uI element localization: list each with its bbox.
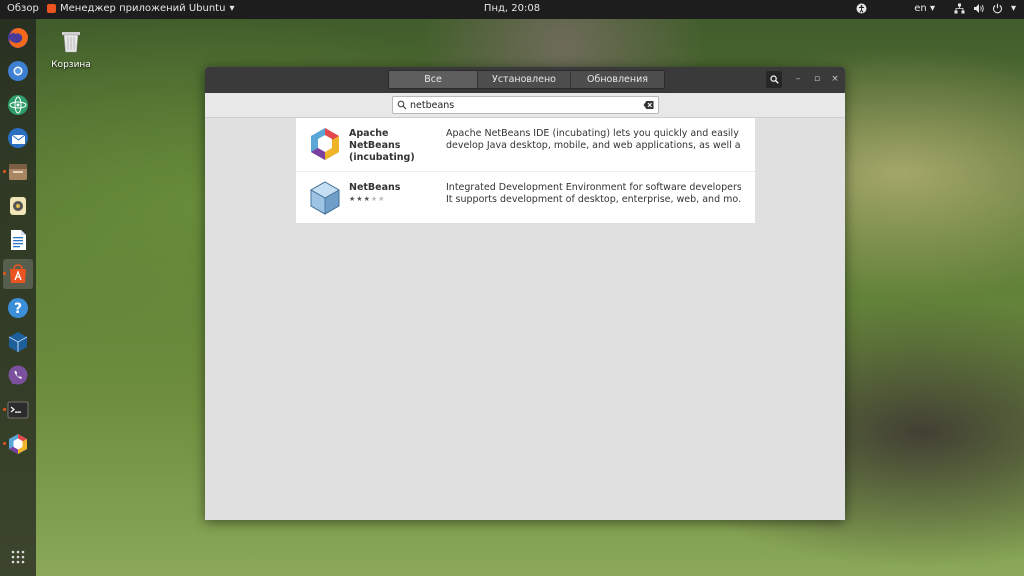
- app-description: Integrated Development Environment for s…: [446, 182, 741, 206]
- view-switcher: Все Установлено Обновления: [388, 70, 665, 89]
- chevron-down-icon: ▾: [929, 2, 935, 14]
- firefox-icon: [8, 28, 28, 48]
- language-label: en: [914, 2, 927, 14]
- app-description: Apache NetBeans IDE (incubating) lets yo…: [446, 128, 741, 152]
- viber-icon: [8, 365, 28, 385]
- terminal-icon: [7, 401, 29, 419]
- chevron-down-icon[interactable]: ▾: [1011, 3, 1016, 14]
- dock-firefox[interactable]: [3, 23, 33, 53]
- running-indicator: [3, 442, 6, 445]
- description-line: develop Java desktop, mobile, and web ap…: [446, 140, 741, 151]
- dock-files[interactable]: [3, 157, 33, 187]
- app-menu[interactable]: Менеджер приложений Ubuntu ▾: [47, 3, 234, 14]
- header-bar: Все Установлено Обновления – ▫ ×: [205, 67, 845, 93]
- desktop-trash[interactable]: Корзина: [50, 28, 92, 70]
- dock-virtualbox[interactable]: [3, 327, 33, 357]
- dock-rhythmbox[interactable]: [3, 191, 33, 221]
- trash-label: Корзина: [51, 60, 91, 70]
- dock-netbeans[interactable]: [3, 429, 33, 459]
- accessibility-icon[interactable]: [855, 2, 867, 14]
- tab-installed[interactable]: Установлено: [478, 71, 571, 88]
- dock-terminal[interactable]: [3, 395, 33, 425]
- app-name: NetBeans: [349, 182, 437, 194]
- apache-netbeans-icon: [311, 128, 339, 160]
- clock[interactable]: Пнд, 20:08: [484, 3, 540, 14]
- dock: ?: [0, 19, 36, 576]
- list-item[interactable]: Apache NetBeans (incubating) Apache NetB…: [296, 118, 755, 172]
- thunderbird-icon: [8, 128, 28, 148]
- netbeans-cube-icon: [310, 181, 340, 215]
- software-center-icon: [47, 4, 56, 13]
- virtualbox-icon: [8, 332, 28, 352]
- network-icon[interactable]: [954, 2, 966, 14]
- search-input[interactable]: [410, 98, 635, 112]
- top-bar: Обзор Менеджер приложений Ubuntu ▾ Пнд, …: [0, 0, 1024, 19]
- dock-atom[interactable]: [3, 90, 33, 120]
- dock-writer[interactable]: [3, 225, 33, 255]
- language-selector[interactable]: en ▾: [914, 3, 935, 14]
- star-icon: ★: [363, 195, 371, 203]
- list-item[interactable]: NetBeans ★★★★★ Integrated Development En…: [296, 172, 755, 223]
- app-name: Apache NetBeans (incubating): [349, 128, 437, 164]
- dock-viber[interactable]: [3, 361, 33, 391]
- trash-icon: [62, 32, 80, 53]
- tab-label: Все: [424, 74, 442, 85]
- search-toggle-button[interactable]: [766, 71, 782, 88]
- running-indicator: [3, 170, 6, 173]
- help-icon: ?: [8, 298, 28, 318]
- tab-label: Установлено: [492, 74, 556, 85]
- activities-button[interactable]: Обзор: [7, 3, 39, 14]
- files-icon: [9, 164, 27, 180]
- results-list: Apache NetBeans (incubating) Apache NetB…: [296, 118, 755, 223]
- app-name-line: (incubating): [349, 152, 415, 163]
- maximize-button[interactable]: ▫: [811, 73, 823, 85]
- running-indicator: [3, 272, 6, 275]
- rhythmbox-icon: [10, 197, 26, 215]
- app-name-line: NetBeans: [349, 182, 401, 193]
- app-grid-icon: [11, 550, 25, 564]
- search-icon: [397, 100, 407, 110]
- app-menu-label: Менеджер приложений Ubuntu: [60, 3, 226, 14]
- dock-help[interactable]: ?: [3, 293, 33, 323]
- atom-icon: [8, 95, 28, 115]
- dock-thunderbird[interactable]: [3, 123, 33, 153]
- chromium-icon: [8, 61, 28, 81]
- svg-text:?: ?: [14, 301, 22, 317]
- dock-software-center[interactable]: [3, 259, 33, 289]
- star-icon: ★: [378, 195, 386, 203]
- writer-icon: [11, 230, 26, 250]
- tab-updates[interactable]: Обновления: [571, 71, 664, 88]
- minimize-button[interactable]: –: [792, 73, 804, 85]
- show-applications-button[interactable]: [3, 542, 33, 572]
- close-button[interactable]: ×: [829, 73, 841, 85]
- description-line: Integrated Development Environment for s…: [446, 182, 741, 193]
- running-indicator: [3, 408, 6, 411]
- star-icon: ★: [356, 195, 364, 203]
- tab-all[interactable]: Все: [389, 71, 478, 88]
- clear-search-icon[interactable]: [643, 100, 654, 110]
- app-name-line: Apache: [349, 128, 389, 139]
- tab-label: Обновления: [587, 74, 648, 85]
- power-icon[interactable]: [992, 2, 1004, 14]
- star-rating: ★★★★★: [349, 195, 385, 203]
- netbeans-icon: [9, 434, 27, 454]
- dock-chromium[interactable]: [3, 56, 33, 86]
- software-window: Все Установлено Обновления – ▫ × netbean…: [205, 67, 845, 520]
- description-line: It supports development of desktop, ente…: [446, 194, 741, 205]
- chevron-down-icon: ▾: [229, 3, 235, 14]
- search-field[interactable]: [392, 96, 659, 114]
- software-center-icon: [10, 264, 26, 283]
- search-icon: [769, 75, 779, 84]
- description-line: Apache NetBeans IDE (incubating) lets yo…: [446, 128, 739, 139]
- app-name-line: NetBeans: [349, 140, 401, 151]
- search-bar: [205, 93, 845, 118]
- volume-icon[interactable]: [973, 2, 985, 14]
